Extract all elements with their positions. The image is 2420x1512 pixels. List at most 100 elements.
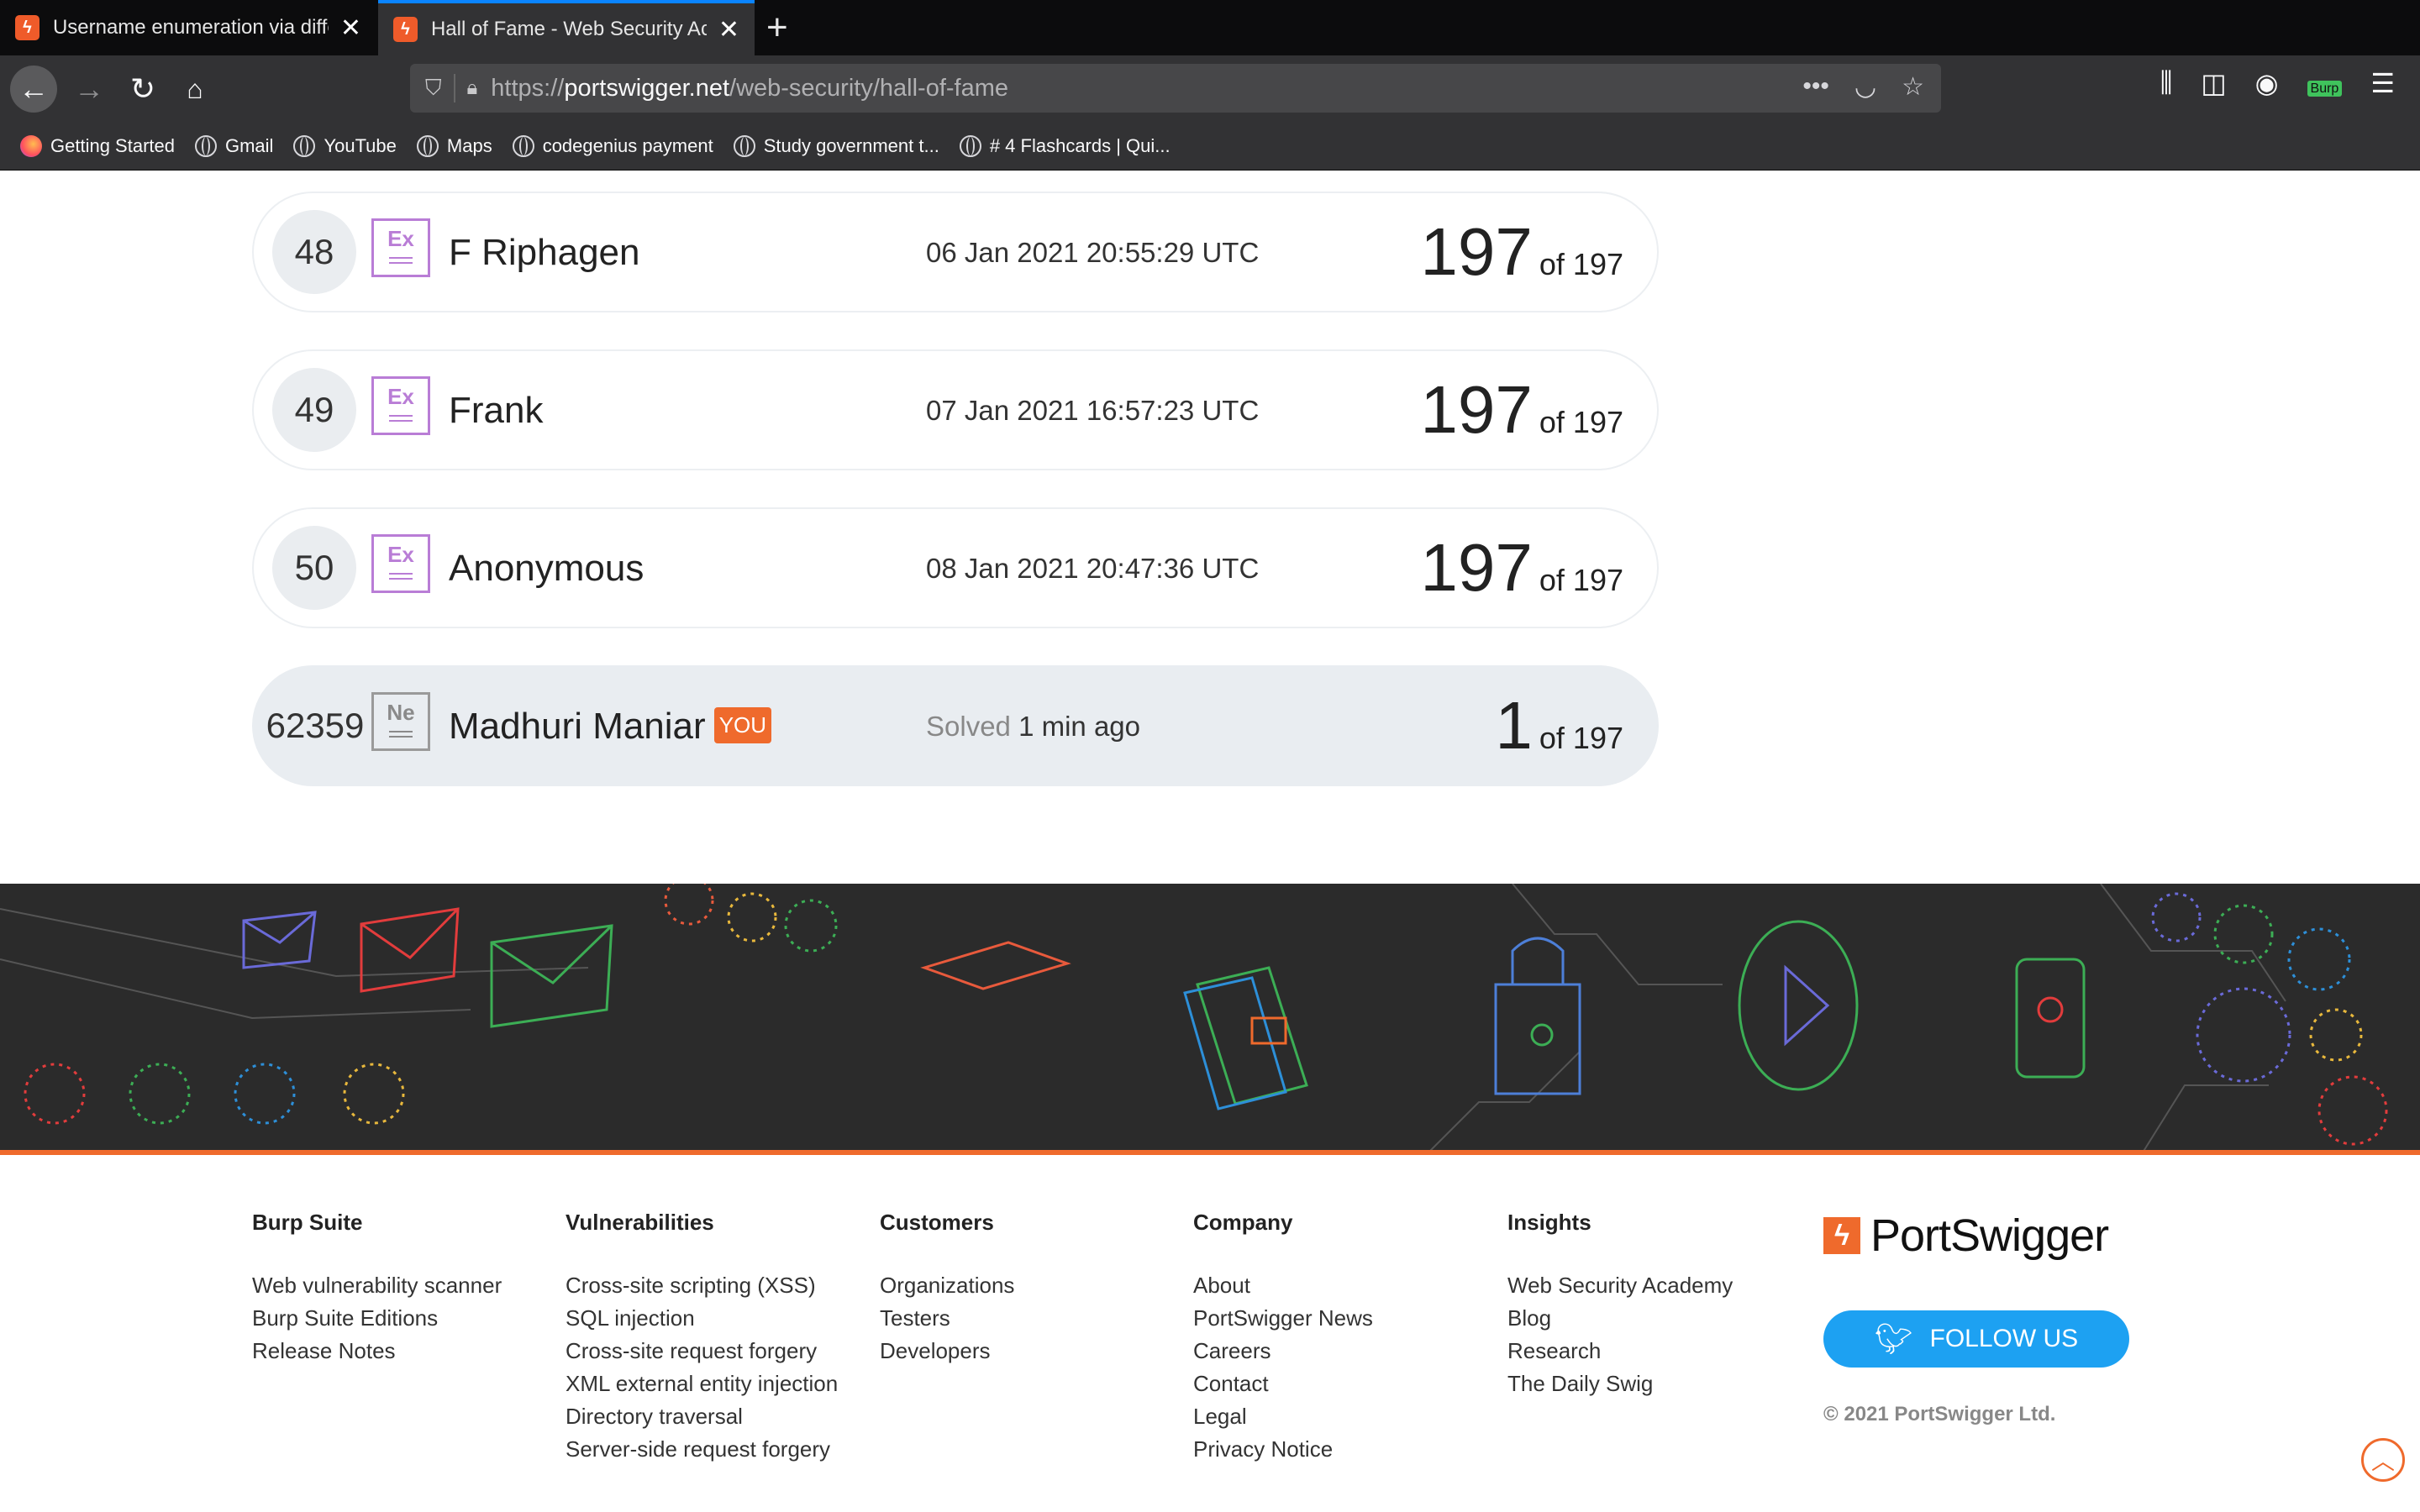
you-badge: YOU xyxy=(713,706,772,743)
copyright-text: © 2021 PortSwigger Ltd. xyxy=(1823,1403,2056,1425)
footer-column-insights: Insights Web Security Academy Blog Resea… xyxy=(1507,1210,1810,1400)
pocket-icon[interactable]: ◡ xyxy=(1854,72,1876,102)
footer-heading: Vulnerabilities xyxy=(566,1210,714,1235)
separator xyxy=(453,74,455,102)
address-bar[interactable]: ⛉ 🔒︎ https://portswigger.net/web-securit… xyxy=(410,64,1941,113)
score: 197 of 197 xyxy=(1420,214,1623,289)
leaderboard-row: 49 Ex Frank 07 Jan 2021 16:57:23 UTC 197… xyxy=(252,349,1659,470)
completion-date: Solved 1 min ago xyxy=(926,711,1141,742)
firefox-icon xyxy=(20,135,42,157)
score: 197 of 197 xyxy=(1420,372,1623,447)
portswigger-favicon-icon: ϟ xyxy=(15,15,39,40)
rank-number: 49 xyxy=(272,368,356,452)
current-user-row: 62359 Ne Madhuri Maniar YOU Solved 1 min … xyxy=(252,665,1659,786)
lock-icon[interactable]: 🔒︎ xyxy=(467,76,478,100)
brand-name: PortSwigger xyxy=(1870,1210,2109,1261)
globe-icon xyxy=(293,135,316,157)
footer-link[interactable]: Burp Suite Editions xyxy=(252,1302,555,1335)
tracking-shield-icon[interactable]: ⛉ xyxy=(425,75,442,102)
follow-us-button[interactable]: 🐦︎ FOLLOW US xyxy=(1823,1310,2129,1368)
tab-hall-of-fame[interactable]: ϟ Hall of Fame - Web Security Ac ✕ xyxy=(378,0,755,55)
footer-link[interactable]: Privacy Notice xyxy=(1193,1433,1496,1466)
globe-icon xyxy=(416,135,439,157)
close-tab-icon[interactable]: ✕ xyxy=(718,15,739,45)
globe-icon xyxy=(959,135,981,157)
footer-illustration-banner xyxy=(0,884,2420,1152)
user-name: Madhuri Maniar YOU xyxy=(449,706,772,748)
footer-link[interactable]: Research xyxy=(1507,1335,1810,1368)
tab-title: Hall of Fame - Web Security Ac xyxy=(430,18,707,40)
footer-link[interactable]: Organizations xyxy=(880,1269,1182,1302)
tab-username-enumeration[interactable]: ϟ Username enumeration via diffe ✕ xyxy=(0,0,376,55)
footer-heading: Company xyxy=(1193,1210,1293,1235)
account-icon[interactable]: ◉ xyxy=(2255,67,2279,99)
scroll-to-top-icon[interactable]: ︿ xyxy=(2361,1438,2405,1482)
footer-link[interactable]: Directory traversal xyxy=(566,1400,868,1433)
portswigger-logo[interactable]: ϟ PortSwigger xyxy=(1823,1210,2109,1262)
footer-link[interactable]: Web vulnerability scanner xyxy=(252,1269,555,1302)
illustration xyxy=(0,884,2388,1152)
bookmark-maps[interactable]: Maps xyxy=(416,135,492,157)
home-icon[interactable]: ⌂ xyxy=(171,66,218,113)
footer-heading: Customers xyxy=(880,1210,994,1235)
navigation-bar: ← → ↻ ⌂ ⛉ 🔒︎ https://portswigger.net/web… xyxy=(0,55,2420,123)
footer-link[interactable]: PortSwigger News xyxy=(1193,1302,1496,1335)
footer-link[interactable]: About xyxy=(1193,1269,1496,1302)
footer-link[interactable]: Careers xyxy=(1193,1335,1496,1368)
burp-extension-icon[interactable]: Burp xyxy=(2307,68,2343,99)
footer-link[interactable]: The Daily Swig xyxy=(1507,1368,1810,1400)
new-tab-plus-icon[interactable]: + xyxy=(766,7,788,49)
accent-divider xyxy=(0,1150,2420,1155)
score: 197 of 197 xyxy=(1420,530,1623,605)
hamburger-menu-icon[interactable]: ☰ xyxy=(2370,67,2395,99)
footer-heading: Insights xyxy=(1507,1210,1591,1235)
footer-link[interactable]: XML external entity injection xyxy=(566,1368,868,1400)
back-arrow-icon[interactable]: ← xyxy=(10,66,57,113)
footer-link[interactable]: Testers xyxy=(880,1302,1182,1335)
expert-badge-icon: Ex xyxy=(371,218,430,277)
footer-link[interactable]: Blog xyxy=(1507,1302,1810,1335)
bookmark-gmail[interactable]: Gmail xyxy=(194,135,273,157)
footer-link[interactable]: Cross-site request forgery xyxy=(566,1335,868,1368)
bookmark-codegenius[interactable]: codegenius payment xyxy=(512,135,713,157)
footer-link[interactable]: Contact xyxy=(1193,1368,1496,1400)
completion-date: 06 Jan 2021 20:55:29 UTC xyxy=(926,237,1260,268)
bookmark-youtube[interactable]: YouTube xyxy=(293,135,397,157)
footer-link[interactable]: Web Security Academy xyxy=(1507,1269,1810,1302)
footer-column-vulnerabilities: Vulnerabilities Cross-site scripting (XS… xyxy=(566,1210,868,1466)
url-text[interactable]: https://portswigger.net/web-security/hal… xyxy=(491,75,1008,102)
hall-of-fame-list: 48 Ex F Riphagen 06 Jan 2021 20:55:29 UT… xyxy=(252,192,1659,823)
tab-bar: ϟ Username enumeration via diffe ✕ ϟ Hal… xyxy=(0,0,2420,55)
bookmark-flashcards[interactable]: # 4 Flashcards | Qui... xyxy=(959,135,1171,157)
reload-icon[interactable]: ↻ xyxy=(119,66,166,113)
rank-number: 48 xyxy=(272,210,356,294)
burp-badge: Burp xyxy=(2307,80,2343,97)
footer-link[interactable]: Server-side request forgery xyxy=(566,1433,868,1466)
footer-column-burp-suite: Burp Suite Web vulnerability scanner Bur… xyxy=(252,1210,555,1368)
footer-link[interactable]: Cross-site scripting (XSS) xyxy=(566,1269,868,1302)
bookmark-getting-started[interactable]: Getting Started xyxy=(20,135,175,157)
score: 1 of 197 xyxy=(1495,688,1623,763)
forward-arrow-icon[interactable]: → xyxy=(66,66,113,113)
close-tab-icon[interactable]: ✕ xyxy=(340,13,361,43)
leaderboard-row: 50 Ex Anonymous 08 Jan 2021 20:47:36 UTC… xyxy=(252,507,1659,628)
tab-title: Username enumeration via diffe xyxy=(52,16,329,39)
bookmark-study-government[interactable]: Study government t... xyxy=(733,135,939,157)
footer-link[interactable]: Release Notes xyxy=(252,1335,555,1368)
footer-link[interactable]: SQL injection xyxy=(566,1302,868,1335)
footer-column-company: Company About PortSwigger News Careers C… xyxy=(1193,1210,1496,1466)
user-name: Frank xyxy=(449,390,544,431)
rank-number: 50 xyxy=(272,526,356,610)
bookmark-star-icon[interactable]: ☆ xyxy=(1902,72,1924,102)
globe-icon xyxy=(512,135,534,157)
leaderboard-row: 48 Ex F Riphagen 06 Jan 2021 20:55:29 UT… xyxy=(252,192,1659,312)
sidebar-icon[interactable]: ◫ xyxy=(2201,67,2226,99)
bookmarks-toolbar: Getting Started Gmail YouTube Maps codeg… xyxy=(0,123,2420,171)
library-icon[interactable]: ⫼ xyxy=(2160,67,2173,99)
page-actions-menu-icon[interactable]: ••• xyxy=(1802,72,1829,102)
globe-icon xyxy=(194,135,217,157)
footer-link[interactable]: Legal xyxy=(1193,1400,1496,1433)
newcomer-badge-icon: Ne xyxy=(371,692,430,751)
user-name: F Riphagen xyxy=(449,232,640,273)
footer-link[interactable]: Developers xyxy=(880,1335,1182,1368)
